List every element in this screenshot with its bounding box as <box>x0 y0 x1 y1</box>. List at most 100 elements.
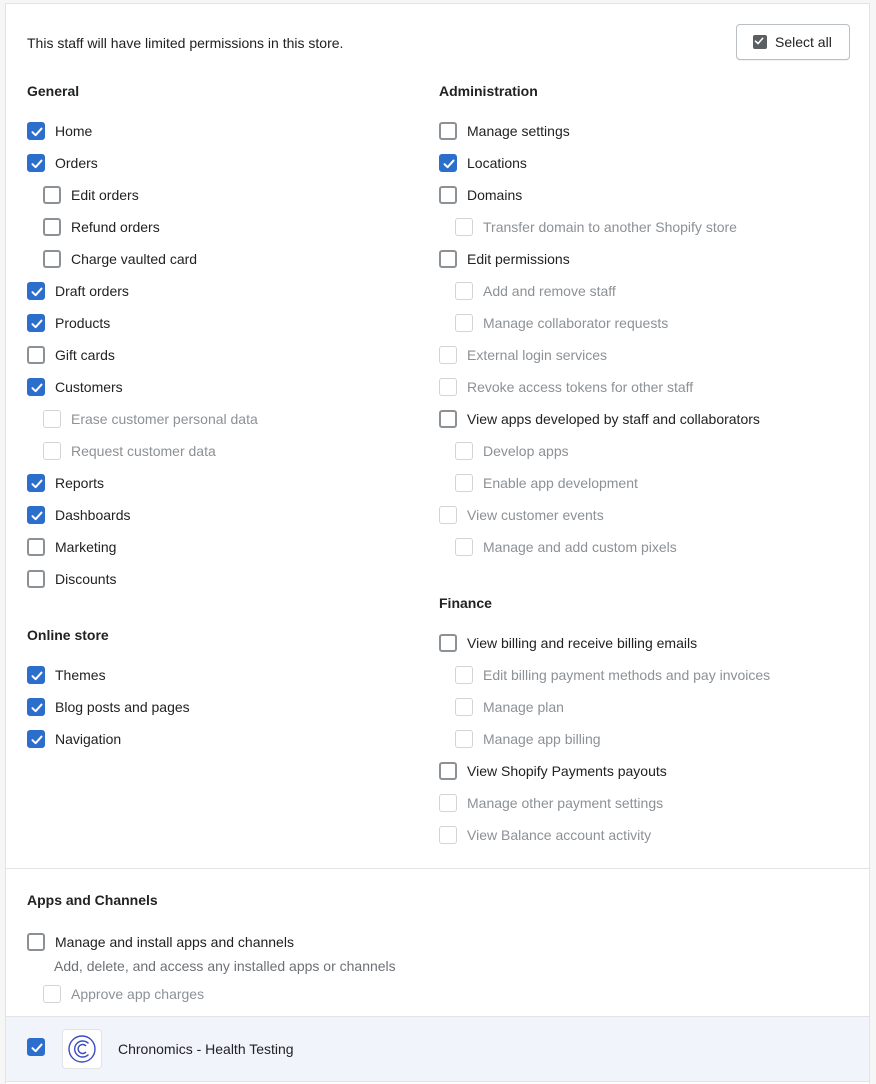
checkbox[interactable] <box>439 154 457 172</box>
permission-label: External login services <box>467 347 608 363</box>
permission-label: Request customer data <box>71 443 216 459</box>
checkbox[interactable] <box>27 282 45 300</box>
permission-label: Manage plan <box>483 699 564 715</box>
permission-label: Dashboards <box>55 507 131 523</box>
permission-label: Manage app billing <box>483 731 601 747</box>
permission-label: Refund orders <box>71 219 160 235</box>
permission-edit-orders[interactable]: Edit orders <box>43 185 139 205</box>
permission-label: Approve app charges <box>71 986 205 1002</box>
permission-orders[interactable]: Orders <box>27 153 98 173</box>
checkbox <box>455 314 473 332</box>
permission-edit-permissions[interactable]: Edit permissions <box>439 249 570 269</box>
checkbox[interactable] <box>43 250 61 268</box>
permission-refund-orders[interactable]: Refund orders <box>43 217 160 237</box>
permission-label: Discounts <box>55 571 117 587</box>
permission-home[interactable]: Home <box>27 121 92 141</box>
permission-label: Gift cards <box>55 347 115 363</box>
permission-label: Manage collaborator requests <box>483 315 669 331</box>
permission-revoke-access-tokens-for-other-staff: Revoke access tokens for other staff <box>439 377 693 397</box>
permission-label: View apps developed by staff and collabo… <box>467 411 760 427</box>
permission-label: View customer events <box>467 507 604 523</box>
permission-view-customer-events: View customer events <box>439 505 604 525</box>
checkbox <box>439 794 457 812</box>
permission-label: View billing and receive billing emails <box>467 635 698 651</box>
general-heading: General <box>27 83 80 99</box>
checkbox[interactable] <box>27 730 45 748</box>
permission-discounts[interactable]: Discounts <box>27 569 116 589</box>
app-row-chronomics[interactable]: Chronomics - Health Testing <box>6 1016 869 1082</box>
permission-approve-app-charges: Approve app charges <box>43 984 204 1004</box>
apps-channels-heading: Apps and Channels <box>27 892 158 908</box>
checkbox[interactable] <box>27 698 45 716</box>
permission-manage-settings[interactable]: Manage settings <box>439 121 570 141</box>
checkbox <box>455 282 473 300</box>
select-all-label: Select all <box>775 34 832 50</box>
chronomics-logo-icon <box>62 1029 102 1069</box>
checkbox <box>439 826 457 844</box>
permissions-card: This staff will have limited permissions… <box>5 3 870 1084</box>
permission-manage-app-billing: Manage app billing <box>455 729 601 749</box>
permission-label: Revoke access tokens for other staff <box>467 379 694 395</box>
permission-blog-posts-and-pages[interactable]: Blog posts and pages <box>27 697 190 717</box>
checkbox <box>439 506 457 524</box>
permission-charge-vaulted-card[interactable]: Charge vaulted card <box>43 249 197 269</box>
checkbox[interactable] <box>27 570 45 588</box>
checkbox[interactable] <box>43 186 61 204</box>
app-checkbox[interactable] <box>27 1038 45 1056</box>
checkbox[interactable] <box>27 666 45 684</box>
permission-manage-and-add-custom-pixels: Manage and add custom pixels <box>455 537 677 557</box>
checkbox[interactable] <box>439 762 457 780</box>
permission-locations[interactable]: Locations <box>439 153 527 173</box>
permission-reports[interactable]: Reports <box>27 473 104 493</box>
permission-label: Products <box>55 315 111 331</box>
permission-view-billing-and-receive-billing-emails[interactable]: View billing and receive billing emails <box>439 633 697 653</box>
permission-label: Edit billing payment methods and pay inv… <box>483 667 771 683</box>
checkbox <box>43 442 61 460</box>
checkbox[interactable] <box>27 474 45 492</box>
checkbox[interactable] <box>27 378 45 396</box>
permission-enable-app-development: Enable app development <box>455 473 638 493</box>
checkbox[interactable] <box>27 538 45 556</box>
permission-label: Navigation <box>55 731 122 747</box>
permission-products[interactable]: Products <box>27 313 110 333</box>
permission-manage-and-install-apps-and-channels[interactable]: Manage and install apps and channels <box>27 932 294 952</box>
permission-add-and-remove-staff: Add and remove staff <box>455 281 616 301</box>
permission-draft-orders[interactable]: Draft orders <box>27 281 129 301</box>
permission-label: Manage and add custom pixels <box>483 539 677 555</box>
checkbox[interactable] <box>27 314 45 332</box>
select-all-button[interactable]: Select all <box>736 24 850 60</box>
permission-label: Enable app development <box>483 475 638 491</box>
checkbox <box>43 985 61 1003</box>
checkbox[interactable] <box>27 933 45 951</box>
permission-external-login-services: External login services <box>439 345 607 365</box>
checkbox <box>455 666 473 684</box>
checkbox-icon <box>753 35 767 49</box>
checkbox[interactable] <box>439 186 457 204</box>
checkbox <box>455 538 473 556</box>
checkbox[interactable] <box>27 122 45 140</box>
checkbox[interactable] <box>43 218 61 236</box>
checkbox <box>455 218 473 236</box>
permission-themes[interactable]: Themes <box>27 665 106 685</box>
checkbox[interactable] <box>439 250 457 268</box>
permission-navigation[interactable]: Navigation <box>27 729 121 749</box>
permission-view-apps-developed-by-staff-and-collaborators[interactable]: View apps developed by staff and collabo… <box>439 409 760 429</box>
permission-label: Locations <box>467 155 527 171</box>
permission-manage-plan: Manage plan <box>455 697 564 717</box>
permission-domains[interactable]: Domains <box>439 185 522 205</box>
checkbox[interactable] <box>27 506 45 524</box>
permission-label: Manage and install apps and channels <box>55 934 294 950</box>
checkbox[interactable] <box>439 410 457 428</box>
permission-marketing[interactable]: Marketing <box>27 537 116 557</box>
checkbox[interactable] <box>27 154 45 172</box>
permission-label: Manage settings <box>467 123 570 139</box>
permission-gift-cards[interactable]: Gift cards <box>27 345 115 365</box>
checkbox[interactable] <box>439 122 457 140</box>
checkbox <box>439 346 457 364</box>
checkbox[interactable] <box>439 634 457 652</box>
checkbox[interactable] <box>27 346 45 364</box>
permission-customers[interactable]: Customers <box>27 377 123 397</box>
permission-edit-billing-payment-methods-and-pay-invoices: Edit billing payment methods and pay inv… <box>455 665 770 685</box>
permission-view-shopify-payments-payouts[interactable]: View Shopify Payments payouts <box>439 761 667 781</box>
permission-dashboards[interactable]: Dashboards <box>27 505 131 525</box>
